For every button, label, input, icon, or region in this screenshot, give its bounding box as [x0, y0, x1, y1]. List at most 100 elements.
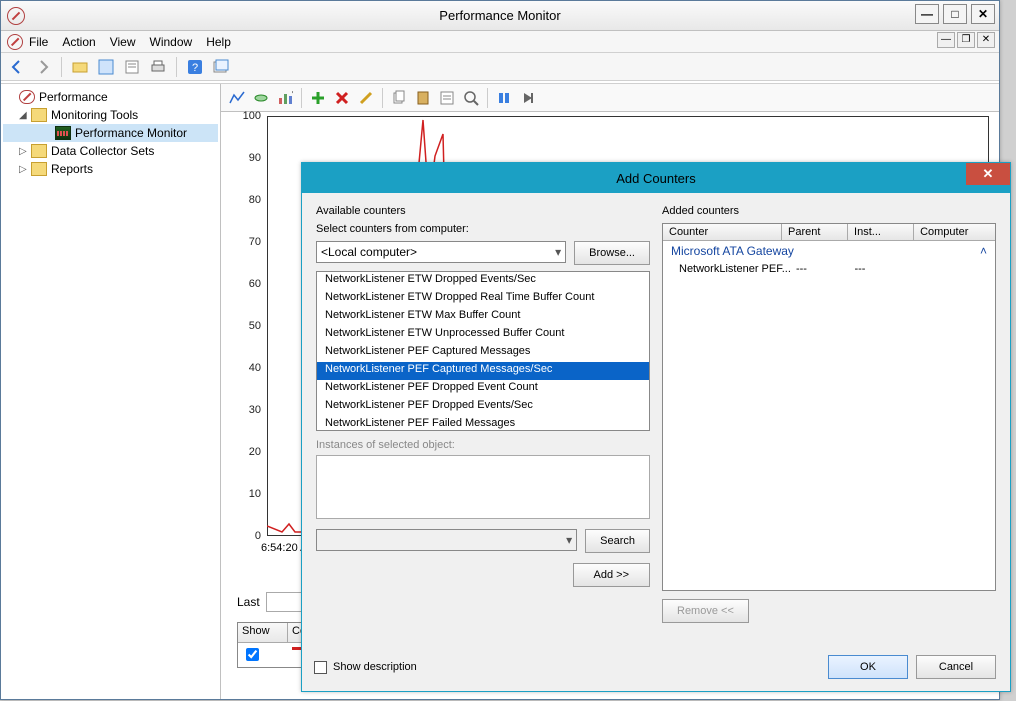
add-counter-icon[interactable] — [308, 88, 328, 108]
col-show[interactable]: Show — [238, 623, 288, 642]
menu-help[interactable]: Help — [206, 35, 231, 49]
col-computer[interactable]: Computer — [914, 224, 995, 240]
menu-window[interactable]: Window — [150, 35, 193, 49]
dialog-close-button[interactable]: ✕ — [966, 163, 1010, 185]
tree-perfmon[interactable]: Performance Monitor — [3, 124, 218, 142]
back-icon[interactable] — [7, 57, 27, 77]
y-tick: 0 — [255, 530, 261, 542]
add-counters-dialog: Add Counters ✕ Available counters Select… — [301, 162, 1011, 692]
help-icon[interactable]: ? — [185, 57, 205, 77]
tree-dcs[interactable]: ▷ Data Collector Sets — [3, 142, 218, 160]
new-window-icon[interactable] — [211, 57, 231, 77]
view-current-icon[interactable] — [227, 88, 247, 108]
view-log-icon[interactable] — [251, 88, 271, 108]
added-item-row[interactable]: NetworkListener PEF... --- --- — [663, 261, 995, 277]
counter-list-item[interactable]: NetworkListener ETW Dropped Real Time Bu… — [317, 290, 649, 308]
delete-counter-icon[interactable] — [332, 88, 352, 108]
tree-monitoring-tools[interactable]: ◢ Monitoring Tools — [3, 106, 218, 124]
select-from-label: Select counters from computer: — [316, 223, 650, 235]
paste-icon[interactable] — [413, 88, 433, 108]
chart-toolbar: ▾ — [221, 84, 999, 112]
instances-listbox[interactable] — [316, 455, 650, 519]
add-button[interactable]: Add >> — [573, 563, 650, 587]
menu-file[interactable]: File — [29, 35, 48, 49]
browse-button[interactable]: Browse... — [574, 241, 650, 265]
tree-reports-label: Reports — [51, 162, 93, 176]
menu-action[interactable]: Action — [62, 35, 95, 49]
properties-icon[interactable] — [437, 88, 457, 108]
y-tick: 90 — [249, 152, 261, 164]
search-button[interactable]: Search — [585, 529, 650, 553]
y-tick: 40 — [249, 362, 261, 374]
dialog-titlebar[interactable]: Add Counters ✕ — [302, 163, 1010, 193]
mdi-restore-button[interactable]: ❐ — [957, 32, 975, 48]
menu-view[interactable]: View — [110, 35, 136, 49]
print-icon[interactable] — [148, 57, 168, 77]
titlebar[interactable]: Performance Monitor — □ ✕ — [1, 1, 999, 31]
highlight-icon[interactable] — [356, 88, 376, 108]
search-combo[interactable] — [316, 529, 577, 551]
ok-button[interactable]: OK — [828, 655, 908, 679]
remove-button[interactable]: Remove << — [662, 599, 749, 623]
folder-icon — [31, 108, 47, 122]
added-item-inst: --- — [854, 263, 912, 275]
added-group-label: Microsoft ATA Gateway — [671, 244, 794, 258]
svg-text:?: ? — [192, 62, 198, 74]
folder-icon — [31, 162, 47, 176]
cancel-button[interactable]: Cancel — [916, 655, 996, 679]
counter-list-item[interactable]: NetworkListener PEF Dropped Events/Sec — [317, 398, 649, 416]
zoom-icon[interactable] — [461, 88, 481, 108]
folder-icon[interactable] — [70, 57, 90, 77]
menubar: File Action View Window Help — ❐ ✕ — [1, 31, 999, 53]
maximize-button[interactable]: □ — [943, 4, 967, 24]
checkbox-icon[interactable] — [314, 661, 327, 674]
counter-list-item[interactable]: NetworkListener PEF Dropped Event Count — [317, 380, 649, 398]
mdi-minimize-button[interactable]: — — [937, 32, 955, 48]
view-icon[interactable] — [96, 57, 116, 77]
freeze-icon[interactable] — [494, 88, 514, 108]
col-counter[interactable]: Counter — [663, 224, 782, 240]
counter-list-item[interactable]: NetworkListener PEF Captured Messages/Se… — [317, 362, 649, 380]
computer-value: <Local computer> — [321, 245, 417, 259]
tree-performance[interactable]: Performance — [3, 88, 218, 106]
tree-pane: Performance ◢ Monitoring Tools Performan… — [1, 84, 221, 699]
tree-reports[interactable]: ▷ Reports — [3, 160, 218, 178]
col-inst[interactable]: Inst... — [848, 224, 914, 240]
tree-monitoring-tools-label: Monitoring Tools — [51, 108, 138, 122]
folder-icon — [31, 144, 47, 158]
tree-dcs-label: Data Collector Sets — [51, 144, 154, 158]
y-tick: 70 — [249, 236, 261, 248]
minimize-button[interactable]: — — [915, 4, 939, 24]
y-tick: 60 — [249, 278, 261, 290]
svg-text:▾: ▾ — [292, 90, 293, 97]
close-button[interactable]: ✕ — [971, 4, 995, 24]
col-parent[interactable]: Parent — [782, 224, 848, 240]
y-tick: 80 — [249, 194, 261, 206]
counter-listbox[interactable]: NetworkListener ETW Dropped Events/SecNe… — [316, 271, 650, 431]
copy-icon[interactable] — [389, 88, 409, 108]
instances-label: Instances of selected object: — [316, 439, 650, 451]
counter-list-item[interactable]: NetworkListener ETW Max Buffer Count — [317, 308, 649, 326]
perf-icon — [19, 90, 35, 104]
available-panel: Available counters Select counters from … — [316, 205, 650, 623]
computer-combo[interactable]: <Local computer> — [316, 241, 566, 263]
available-label: Available counters — [316, 205, 650, 217]
counter-list-item[interactable]: NetworkListener PEF Captured Messages — [317, 344, 649, 362]
mdi-close-button[interactable]: ✕ — [977, 32, 995, 48]
counter-list-item[interactable]: NetworkListener ETW Dropped Events/Sec — [317, 272, 649, 290]
show-checkbox[interactable] — [246, 648, 259, 661]
main-toolbar: ? — [1, 53, 999, 81]
added-item-counter: NetworkListener PEF... — [669, 263, 796, 275]
chart-type-icon[interactable]: ▾ — [275, 88, 295, 108]
collapse-icon[interactable]: ˄ — [980, 244, 987, 258]
properties-icon[interactable] — [122, 57, 142, 77]
show-description-check[interactable]: Show description — [314, 661, 417, 674]
update-icon[interactable] — [518, 88, 538, 108]
y-tick: 50 — [249, 320, 261, 332]
app-icon — [7, 7, 25, 25]
counter-list-item[interactable]: NetworkListener PEF Failed Messages — [317, 416, 649, 431]
counter-list-item[interactable]: NetworkListener ETW Unprocessed Buffer C… — [317, 326, 649, 344]
added-group-row[interactable]: Microsoft ATA Gateway ˄ — [663, 241, 995, 261]
forward-icon[interactable] — [33, 57, 53, 77]
tree-perfmon-label: Performance Monitor — [75, 126, 187, 140]
